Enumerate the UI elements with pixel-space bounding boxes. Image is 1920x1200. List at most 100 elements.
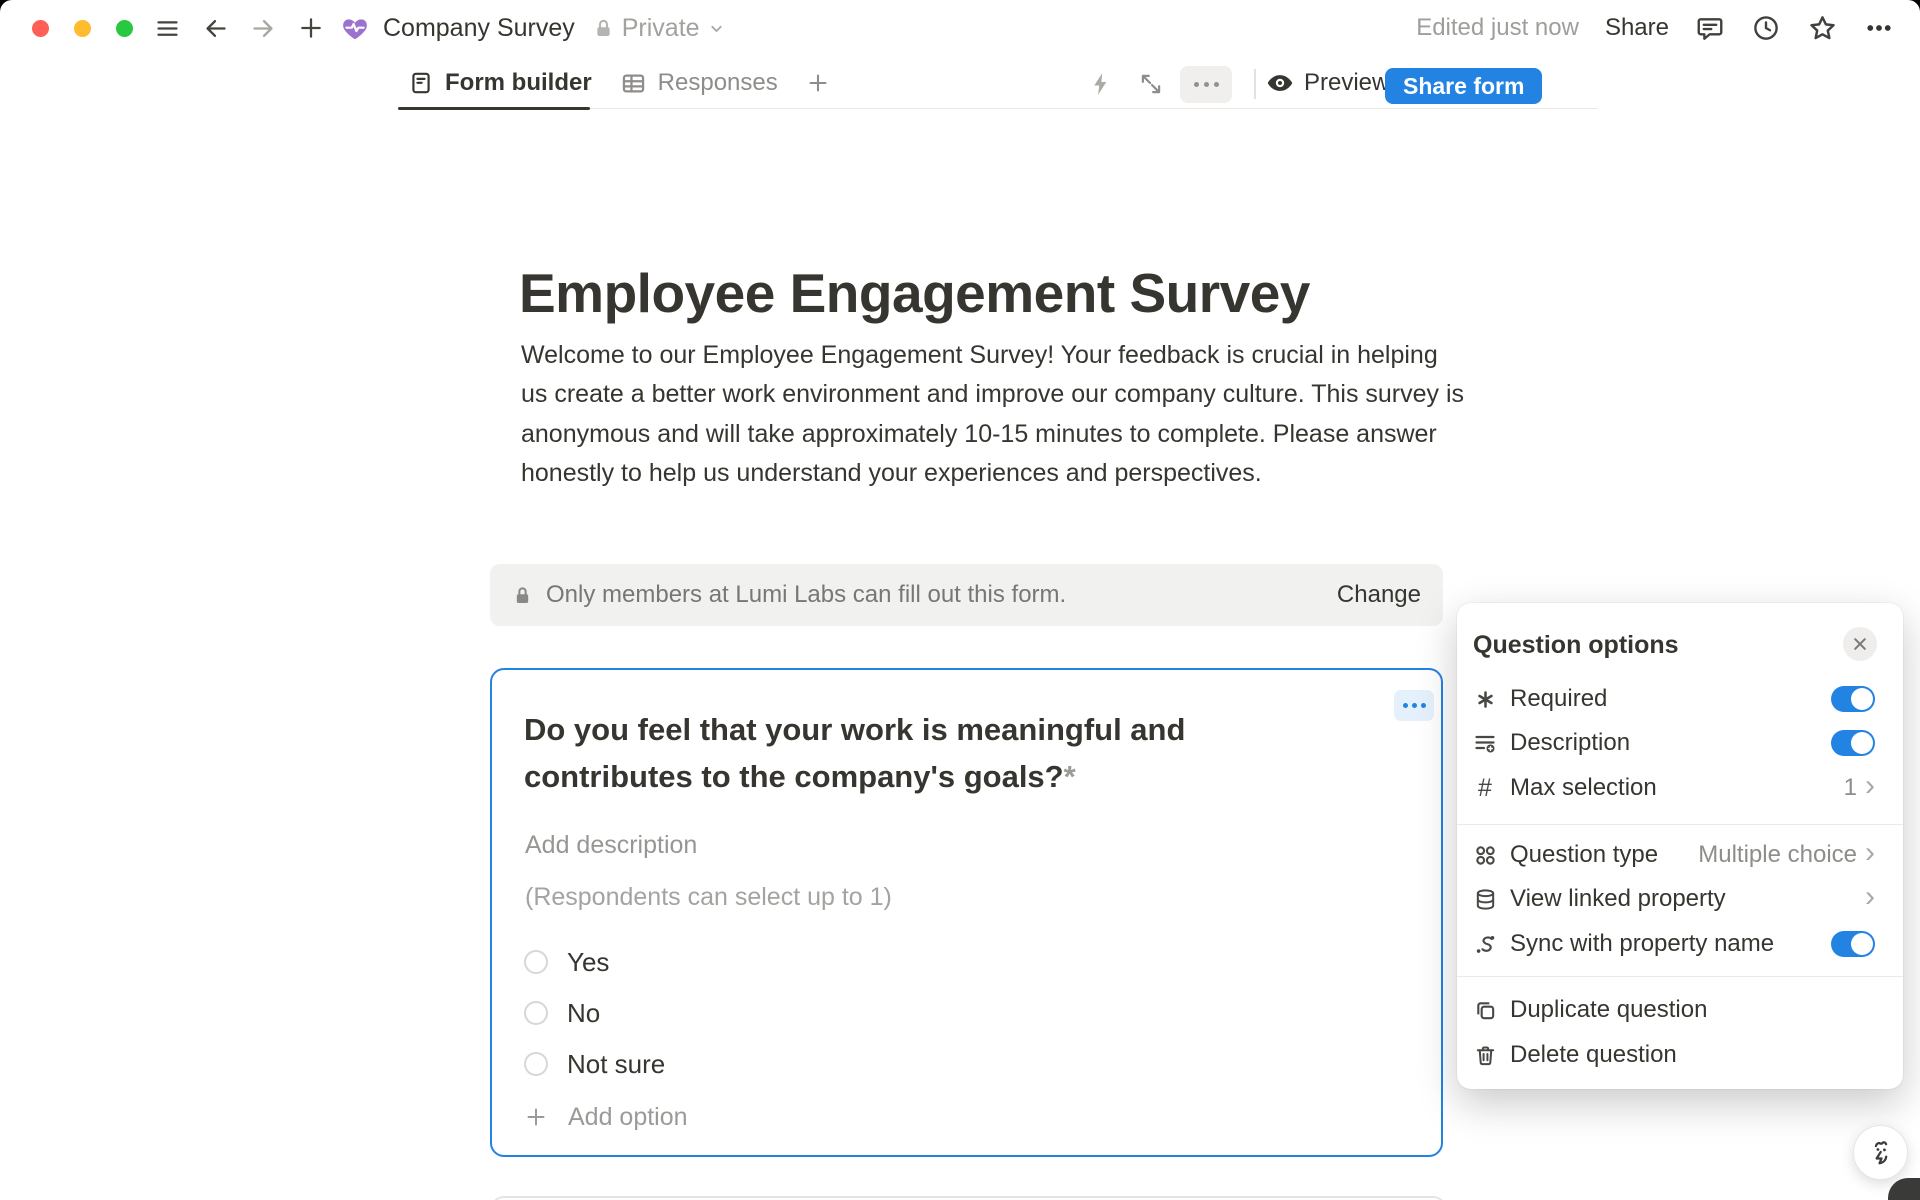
close-popup-button[interactable]	[1843, 627, 1877, 661]
row-duplicate-question[interactable]: Duplicate question	[1457, 988, 1903, 1032]
row-required[interactable]: Required	[1457, 677, 1903, 721]
option-label: No	[567, 998, 600, 1029]
share-button[interactable]: Share	[1605, 14, 1669, 42]
chevron-right-icon: ›	[1865, 887, 1875, 907]
share-form-button[interactable]: Share form	[1385, 68, 1542, 104]
option-row-no[interactable]: No	[524, 993, 600, 1033]
view-tab-bar: Form builder Responses Preview Share for…	[0, 56, 1920, 110]
row-label: Sync with property name	[1510, 930, 1774, 958]
chevron-right-icon: ›	[1865, 776, 1875, 796]
close-window-button[interactable]	[32, 20, 49, 37]
max-selection-value: 1	[1844, 774, 1857, 802]
description-lines-icon	[1471, 731, 1499, 755]
required-toggle-on[interactable]	[1831, 686, 1875, 712]
comments-button[interactable]	[1695, 13, 1725, 43]
clock-icon	[1751, 13, 1781, 43]
breadcrumb-page-title[interactable]: Company Survey	[383, 14, 575, 43]
lightning-icon	[1088, 71, 1114, 97]
comment-bubble-icon	[1695, 13, 1725, 43]
change-access-button[interactable]: Change	[1337, 581, 1421, 609]
popup-divider	[1457, 824, 1903, 825]
radio-button[interactable]	[524, 1052, 548, 1076]
titlebar: Company Survey Private Edited just now S…	[0, 0, 1920, 56]
plus-icon	[524, 1105, 548, 1129]
tab-form-builder-label: Form builder	[445, 69, 592, 97]
row-view-linked-property[interactable]: View linked property ›	[1457, 877, 1903, 921]
option-row-yes[interactable]: Yes	[524, 942, 609, 982]
favorite-button[interactable]	[1807, 13, 1838, 44]
row-max-selection[interactable]: # Max selection 1›	[1457, 766, 1903, 810]
sync-toggle-on[interactable]	[1831, 931, 1875, 957]
expand-button[interactable]	[1138, 71, 1164, 97]
hash-icon: #	[1471, 774, 1499, 803]
lock-icon	[512, 585, 533, 606]
form-document-icon	[408, 70, 434, 96]
plus-icon	[298, 15, 324, 41]
arrow-left-icon	[202, 15, 229, 42]
next-question-card-edge[interactable]	[490, 1196, 1447, 1200]
question-title-text: Do you feel that your work is meaningful…	[524, 712, 1185, 794]
nav-forward-button[interactable]	[249, 14, 277, 42]
option-row-not-sure[interactable]: Not sure	[524, 1044, 665, 1084]
lock-icon	[593, 18, 614, 39]
ellipsis-icon	[1864, 13, 1894, 43]
more-options-button[interactable]	[1864, 13, 1894, 43]
page-emoji-heart-pulse-icon	[341, 14, 369, 42]
page-title[interactable]: Employee Engagement Survey	[519, 261, 1459, 325]
asterisk-icon	[1471, 689, 1499, 710]
view-options-button[interactable]	[1180, 66, 1232, 103]
history-button[interactable]	[1751, 13, 1781, 43]
tab-form-builder[interactable]: Form builder	[408, 69, 592, 97]
option-label: Yes	[567, 947, 609, 978]
tab-responses-label: Responses	[658, 69, 778, 97]
row-label: Delete question	[1510, 1041, 1677, 1069]
selection-limit-hint: (Respondents can select up to 1)	[525, 883, 892, 912]
new-tab-button[interactable]	[297, 14, 325, 42]
question-title[interactable]: Do you feel that your work is meaningful…	[524, 706, 1314, 800]
add-option-button[interactable]: Add option	[524, 1097, 688, 1137]
question-options-popup: Question options Required Description # …	[1457, 603, 1903, 1089]
privacy-selector[interactable]: Private	[593, 14, 725, 43]
nav-back-button[interactable]	[201, 14, 229, 42]
automations-button[interactable]	[1088, 71, 1114, 97]
add-view-button[interactable]	[806, 71, 830, 95]
option-circles-icon	[1471, 844, 1499, 867]
row-description[interactable]: Description	[1457, 721, 1903, 765]
form-description[interactable]: Welcome to our Employee Engagement Surve…	[521, 336, 1471, 493]
hamburger-icon	[154, 15, 181, 42]
plus-icon	[806, 71, 830, 95]
question-menu-button[interactable]	[1394, 690, 1434, 721]
minimize-window-button[interactable]	[74, 20, 91, 37]
arrow-right-icon	[250, 15, 277, 42]
question-type-value: Multiple choice	[1698, 841, 1857, 869]
edited-timestamp: Edited just now	[1416, 14, 1579, 42]
description-toggle-on[interactable]	[1831, 730, 1875, 756]
row-question-type[interactable]: Question type Multiple choice›	[1457, 833, 1903, 877]
preview-button[interactable]: Preview	[1266, 56, 1389, 110]
option-label: Not sure	[567, 1049, 665, 1080]
star-icon	[1807, 13, 1838, 44]
row-label: Required	[1510, 685, 1607, 713]
notion-window: Company Survey Private Edited just now S…	[0, 0, 1920, 1200]
ai-face-icon	[1865, 1137, 1897, 1169]
sidebar-toggle-button[interactable]	[153, 14, 181, 42]
tab-responses[interactable]: Responses	[620, 69, 778, 97]
database-icon	[1471, 888, 1499, 911]
privacy-label: Private	[622, 14, 700, 43]
dark-corner-element	[1888, 1178, 1920, 1200]
eye-icon	[1266, 69, 1294, 97]
access-notice-text: Only members at Lumi Labs can fill out t…	[546, 581, 1066, 609]
access-notice: Only members at Lumi Labs can fill out t…	[490, 564, 1443, 626]
sync-icon	[1471, 933, 1499, 956]
radio-button[interactable]	[524, 950, 548, 974]
popup-divider	[1457, 976, 1903, 977]
trash-icon	[1471, 1044, 1499, 1067]
question-card[interactable]: Do you feel that your work is meaningful…	[490, 668, 1443, 1157]
row-label: Duplicate question	[1510, 996, 1707, 1024]
radio-button[interactable]	[524, 1001, 548, 1025]
notion-ai-button[interactable]	[1853, 1125, 1908, 1180]
row-delete-question[interactable]: Delete question	[1457, 1033, 1903, 1077]
row-sync-property-name[interactable]: Sync with property name	[1457, 922, 1903, 966]
zoom-window-button[interactable]	[116, 20, 133, 37]
question-description-placeholder[interactable]: Add description	[525, 831, 697, 860]
